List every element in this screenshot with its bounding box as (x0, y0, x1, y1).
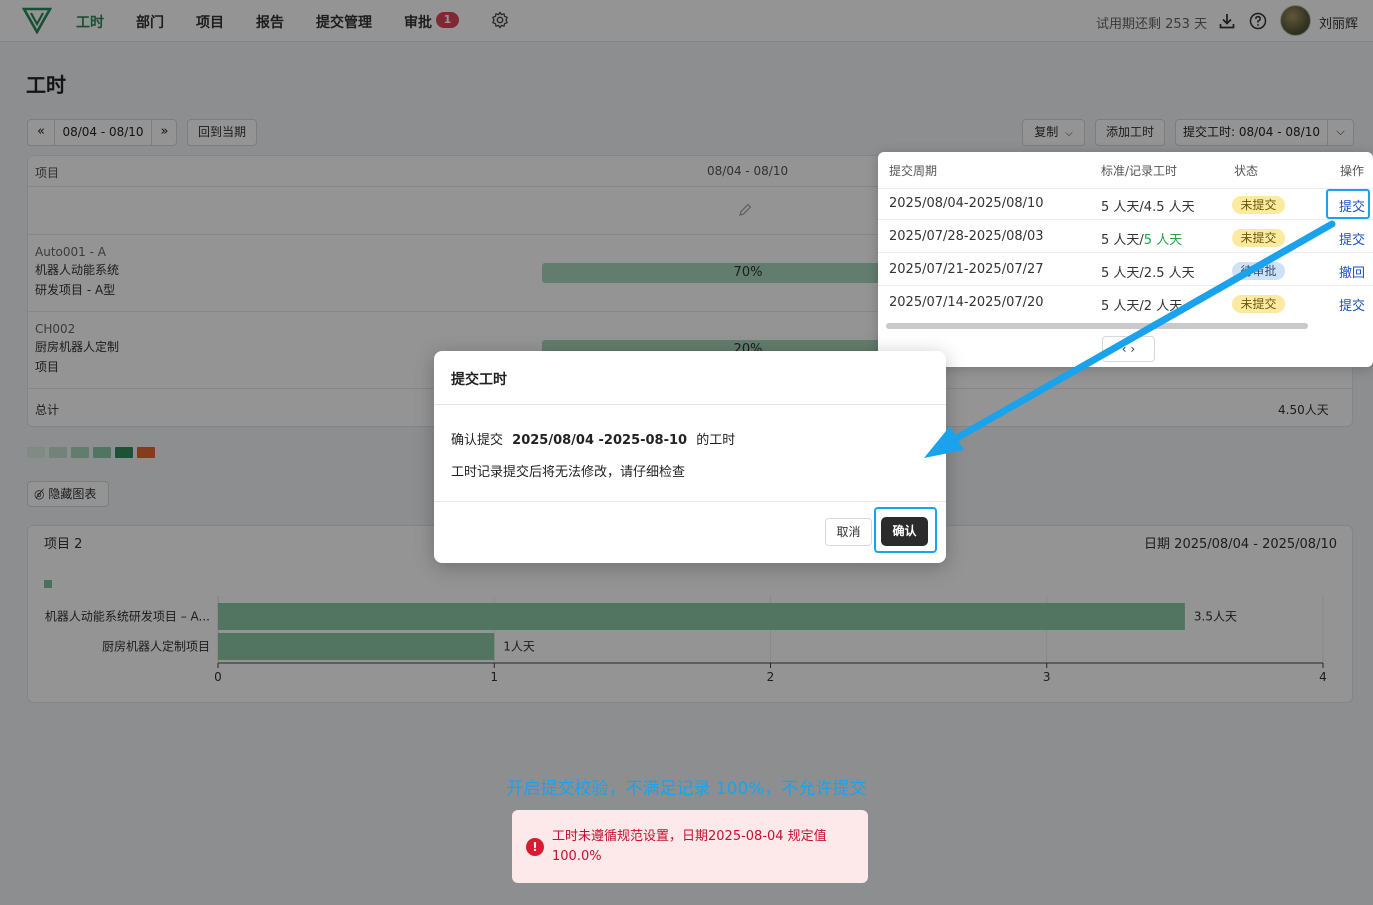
error-message: 工时未遵循规范设置，日期2025-08-04 规定值 100.0% (552, 829, 827, 864)
error-toast: ! 工时未遵循规范设置，日期2025-08-04 规定值 100.0% (512, 810, 868, 883)
error-icon: ! (526, 838, 544, 856)
annotation-arrow-icon (924, 220, 1336, 458)
annotation-caption: 开启提交校验，不满足记录 100%，不允许提交 (506, 779, 867, 799)
